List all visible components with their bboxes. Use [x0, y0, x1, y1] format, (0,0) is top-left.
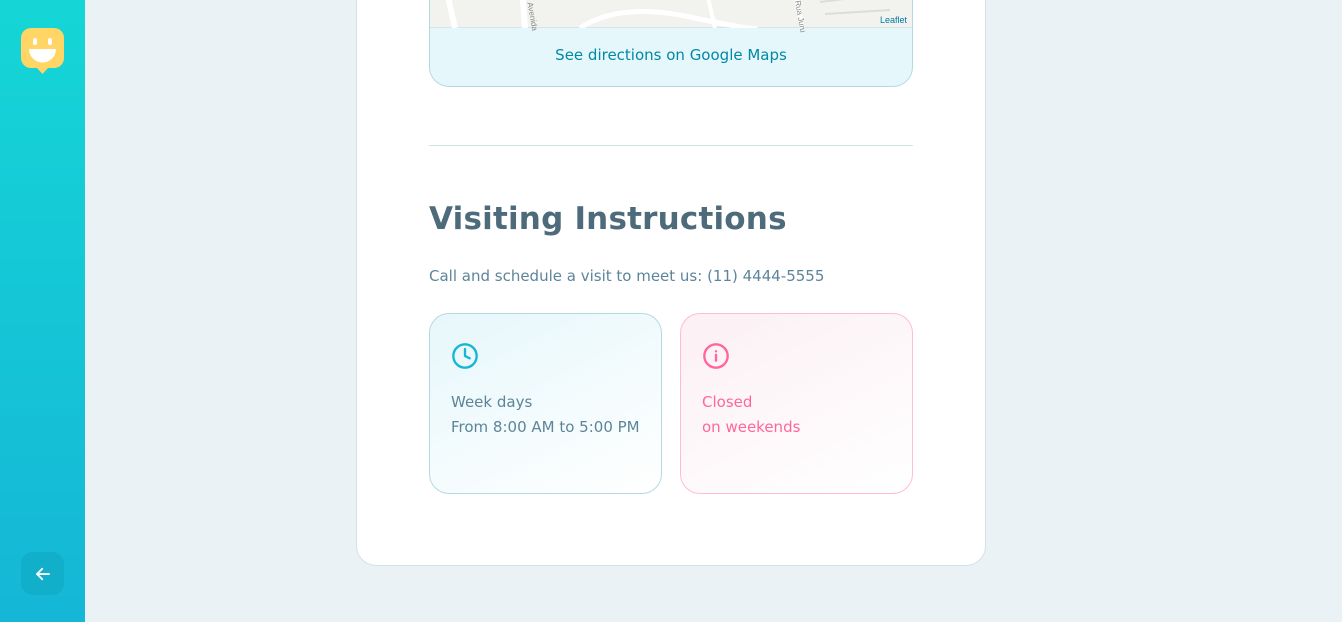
opening-hours-time: From 8:00 AM to 5:00 PM	[451, 418, 640, 436]
map-streets	[445, 0, 891, 28]
weekend-status-line1: Closed	[702, 393, 753, 411]
info-icon	[703, 343, 729, 369]
visiting-instructions-title: Visiting Instructions	[429, 201, 787, 237]
section-divider	[429, 145, 913, 146]
leaflet-attribution-link[interactable]: Leaflet	[880, 15, 907, 25]
clock-icon	[452, 343, 478, 369]
map-view[interactable]: Avenida Rua Juru Leaflet	[430, 0, 912, 33]
orphanage-details-card: Avenida Rua Juru Leaflet See directions …	[356, 0, 986, 566]
arrow-left-icon	[35, 567, 50, 580]
opening-hours-box: Week days From 8:00 AM to 5:00 PM	[429, 313, 662, 494]
back-button[interactable]	[21, 552, 64, 595]
map-container: Avenida Rua Juru Leaflet See directions …	[429, 0, 913, 87]
weekend-status-line2: on weekends	[702, 418, 801, 436]
visiting-instructions-text: Call and schedule a visit to meet us: (1…	[429, 267, 825, 285]
google-maps-directions-link[interactable]: See directions on Google Maps	[430, 46, 912, 64]
happy-face-marker-icon[interactable]	[21, 28, 64, 76]
sidebar	[0, 0, 85, 622]
opening-hours-days: Week days	[451, 393, 533, 411]
weekend-status-box: Closed on weekends	[680, 313, 913, 494]
